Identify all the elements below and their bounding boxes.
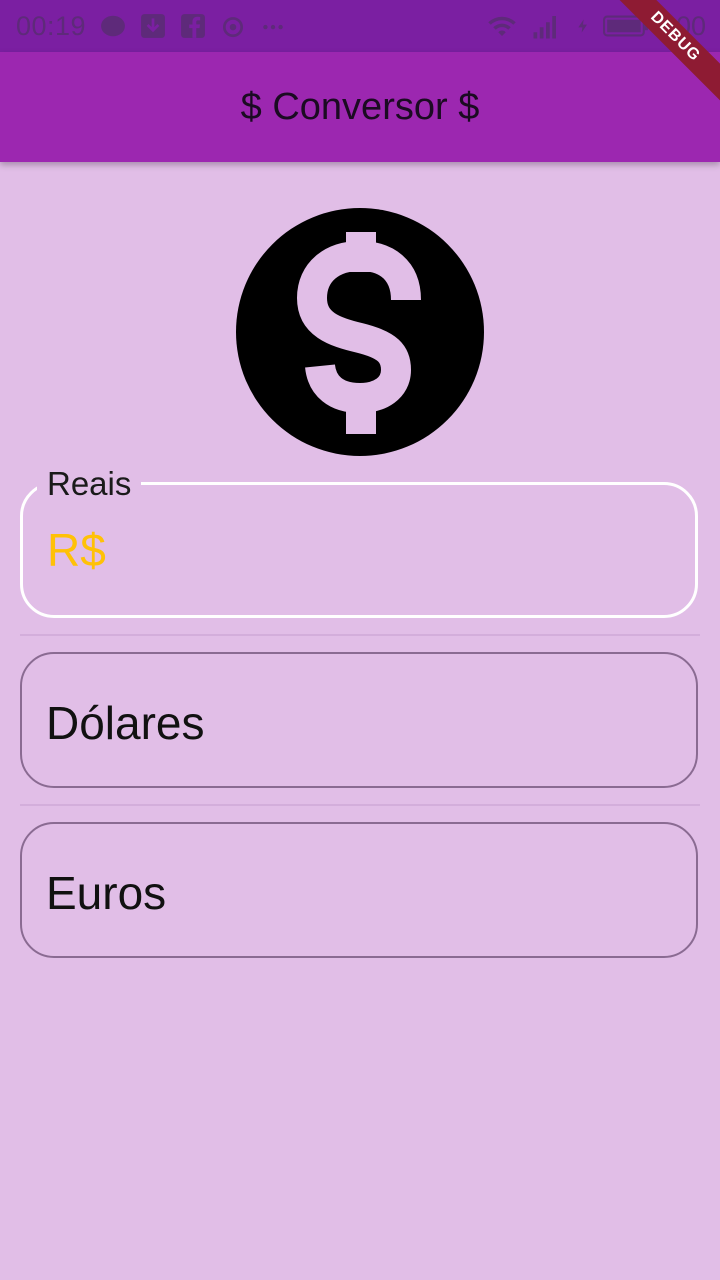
battery-icon — [602, 15, 648, 37]
facebook-icon — [181, 14, 205, 38]
reais-label: Reais — [37, 465, 142, 503]
more-icon — [263, 24, 283, 30]
dollar-coin-icon — [236, 208, 484, 456]
messenger-icon — [101, 15, 125, 37]
reais-prefix: R$ — [47, 524, 106, 576]
wifi-icon — [488, 16, 516, 36]
android-icon — [223, 17, 244, 38]
app-title: $ Conversor $ — [240, 85, 480, 128]
app-bar: $ Conversor $ — [0, 52, 720, 162]
divider — [20, 804, 700, 806]
euros-label: Euros — [46, 867, 167, 919]
download-icon — [141, 14, 165, 38]
divider — [20, 634, 700, 636]
status-bar: 00:19 100 — [0, 0, 720, 52]
battery-percentage: 100 — [660, 10, 706, 41]
status-time: 00:19 — [16, 10, 87, 41]
dolares-input[interactable]: Dólares — [20, 652, 698, 788]
signal-icon — [533, 16, 556, 39]
dolares-label: Dólares — [46, 697, 205, 749]
reais-input[interactable]: Reais R$ — [20, 465, 698, 618]
euros-input[interactable]: Euros — [20, 822, 698, 958]
charging-icon — [578, 19, 587, 33]
